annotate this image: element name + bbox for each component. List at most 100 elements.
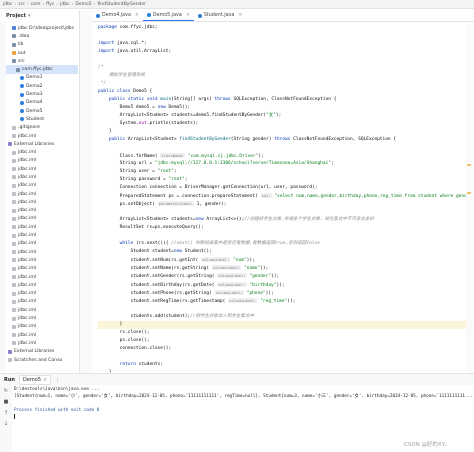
tree-item[interactable]: jdbc.iml — [6, 207, 78, 215]
code-line[interactable]: import java.util.ArrayList; — [98, 48, 466, 56]
code-line[interactable]: students.add(student);//把学生对象加入到学生集合中 — [98, 313, 466, 321]
tree-item[interactable]: jdbc D:\idea\project\jdbc — [6, 24, 78, 32]
tree-item[interactable]: jdbc.iml — [6, 148, 78, 156]
close-icon[interactable]: × — [135, 13, 139, 18]
code-line[interactable]: student.setRegTime(rs.getTimestamp( colu… — [98, 297, 466, 305]
code-line[interactable]: String url = "jdbc:mysql://127.0.0.1:330… — [98, 160, 466, 168]
code-line[interactable] — [98, 144, 466, 152]
tree-item[interactable]: jdbc.iml — [6, 215, 78, 223]
close-icon[interactable]: × — [186, 13, 190, 18]
tree-item[interactable]: External Libraries — [6, 348, 78, 356]
tree-item[interactable]: jdbc.iml — [6, 290, 78, 298]
breadcrumb-item[interactable]: findStudentByGender — [97, 2, 146, 7]
code-line[interactable]: /* — [98, 64, 466, 72]
breadcrumb-item[interactable]: jdbc — [60, 2, 69, 7]
tree-item[interactable]: jdbc.iml — [6, 248, 78, 256]
tree-item[interactable]: out — [6, 49, 78, 57]
code-line[interactable] — [98, 232, 466, 240]
code-line[interactable]: return students; — [98, 361, 466, 369]
more-icon[interactable]: ⋮ — [55, 377, 60, 383]
tree-item[interactable]: jdbc.iml — [6, 331, 78, 339]
code-line[interactable]: public class Demo5 { — [98, 88, 466, 96]
code-line[interactable]: ps.setObject( parameterIndex: 1, gender)… — [98, 200, 466, 208]
close-icon[interactable]: × — [43, 377, 47, 383]
tree-item[interactable]: Student — [6, 115, 78, 123]
breadcrumb-item[interactable]: Demo5 — [75, 2, 91, 7]
scroll-up-icon[interactable]: ↑ — [4, 410, 8, 416]
tree-item[interactable]: jdbc.iml — [6, 173, 78, 181]
tree-item[interactable]: jdbc.iml — [6, 198, 78, 206]
run-tab[interactable]: Demo5 × — [18, 374, 52, 385]
code-line[interactable]: } — [98, 369, 466, 372]
editor-scrollbar[interactable] — [466, 24, 472, 372]
tree-item[interactable]: jdbc.iml — [6, 339, 78, 347]
code-line[interactable]: String user = "root"; — [98, 168, 466, 176]
code-line[interactable]: while (rs.next()){ //next() 判断结果集中是否还有数据… — [98, 240, 466, 248]
tree-item[interactable]: jdbc.iml — [6, 231, 78, 239]
code-line[interactable]: student.setGender(rs.getString( columnLa… — [98, 272, 466, 280]
code-line[interactable] — [98, 353, 466, 361]
tree-item[interactable]: jdbc.iml — [6, 240, 78, 248]
code-line[interactable]: System.out.println(students); — [98, 120, 466, 128]
tree-item[interactable]: jdbc.iml — [6, 323, 78, 331]
code-line[interactable] — [98, 56, 466, 64]
scroll-down-icon[interactable]: ↓ — [4, 421, 8, 427]
tree-item[interactable]: jdbc.iml — [6, 223, 78, 231]
tree-item[interactable]: jdbc.iml — [6, 273, 78, 281]
tree-item[interactable]: lib — [6, 41, 78, 49]
tree-item[interactable]: Demo4 — [6, 99, 78, 107]
code-line[interactable]: ArrayList<Student> students=demo5.findSt… — [98, 112, 466, 120]
tree-item[interactable]: com.ffyc.jdbc — [6, 65, 78, 74]
tree-item[interactable]: jdbc.iml — [6, 281, 78, 289]
code-line[interactable]: package com.ffyc.jdbc; — [98, 24, 466, 32]
code-line[interactable]: import java.sql.*; — [98, 40, 466, 48]
editor-tab[interactable]: Student.java × — [194, 10, 247, 21]
tree-item[interactable]: jdbc.iml — [6, 298, 78, 306]
editor-tab[interactable]: Demo5.java × — [142, 10, 194, 21]
tree-item[interactable]: Demo5 — [6, 107, 78, 115]
tree-item[interactable]: jdbc.iml — [6, 157, 78, 165]
code-line[interactable]: student.setPhone(rs.getString( columnLab… — [98, 289, 466, 297]
tree-item[interactable]: jdbc.iml — [6, 256, 78, 264]
code-line[interactable]: ArrayList<Student> students=new ArrayLis… — [98, 216, 466, 224]
tree-item[interactable]: src — [6, 57, 78, 65]
breadcrumb-item[interactable]: jdbc — [3, 2, 12, 7]
code-line[interactable]: student.setNum(rs.getInt( columnLabel: "… — [98, 256, 466, 264]
code-line[interactable]: student.setName(rs.getString( columnLabe… — [98, 264, 466, 272]
code-line[interactable]: Connection connection = DriverManager.ge… — [98, 184, 466, 192]
tree-item[interactable]: jdbc.iml — [6, 306, 78, 314]
project-panel-header[interactable]: Project ▾ — [0, 10, 78, 22]
code-line[interactable]: rs.close(); — [98, 329, 466, 337]
tree-item[interactable]: jdbc.iml — [6, 182, 78, 190]
scrollbar-warning-marker[interactable] — [467, 192, 471, 194]
tree-item[interactable]: Demo3 — [6, 90, 78, 98]
code-line[interactable] — [98, 208, 466, 216]
tree-item[interactable]: Demo2 — [6, 82, 78, 90]
code-line[interactable]: ResultSet rs=ps.executeQuery(); — [98, 224, 466, 232]
breadcrumb-item[interactable]: src — [18, 2, 25, 7]
tree-item[interactable]: jdbc.iml — [6, 314, 78, 322]
code-line[interactable]: } — [98, 320, 466, 329]
breadcrumb-item[interactable]: com — [31, 2, 41, 7]
breadcrumb-item[interactable]: ffyc — [46, 2, 54, 7]
tree-item[interactable]: jdbc.iml — [6, 190, 78, 198]
code-line[interactable]: public static void main(String[] args) t… — [98, 96, 466, 104]
code-line[interactable]: connection.close(); — [98, 345, 466, 353]
tree-item[interactable]: jdbc.iml — [6, 165, 78, 173]
code-line[interactable]: } — [98, 128, 466, 136]
code-line[interactable]: Demo5 demo5 = new Demo5(); — [98, 104, 466, 112]
code-line[interactable] — [98, 32, 466, 40]
code-line[interactable]: PreparedStatement ps = connection.prepar… — [98, 192, 466, 200]
chevron-down-icon[interactable]: ▾ — [28, 13, 31, 19]
code-line[interactable]: Class.forName( className: "com.mysql.cj.… — [98, 152, 466, 160]
code-line[interactable]: String password = "root"; — [98, 176, 466, 184]
code-line[interactable] — [98, 305, 466, 313]
stop-icon[interactable]: ■ — [4, 399, 9, 405]
scrollbar-warning-marker[interactable] — [467, 164, 471, 166]
code-line[interactable]: 模拟学生管理系统 — [98, 72, 466, 80]
code-line[interactable]: Student student=new Student(); — [98, 248, 466, 256]
close-icon[interactable]: × — [238, 13, 242, 18]
tree-item[interactable]: jdbc.iml — [6, 132, 78, 140]
code-line[interactable]: */ — [98, 80, 466, 88]
editor-tab[interactable]: Demo4.java × — [92, 10, 143, 21]
